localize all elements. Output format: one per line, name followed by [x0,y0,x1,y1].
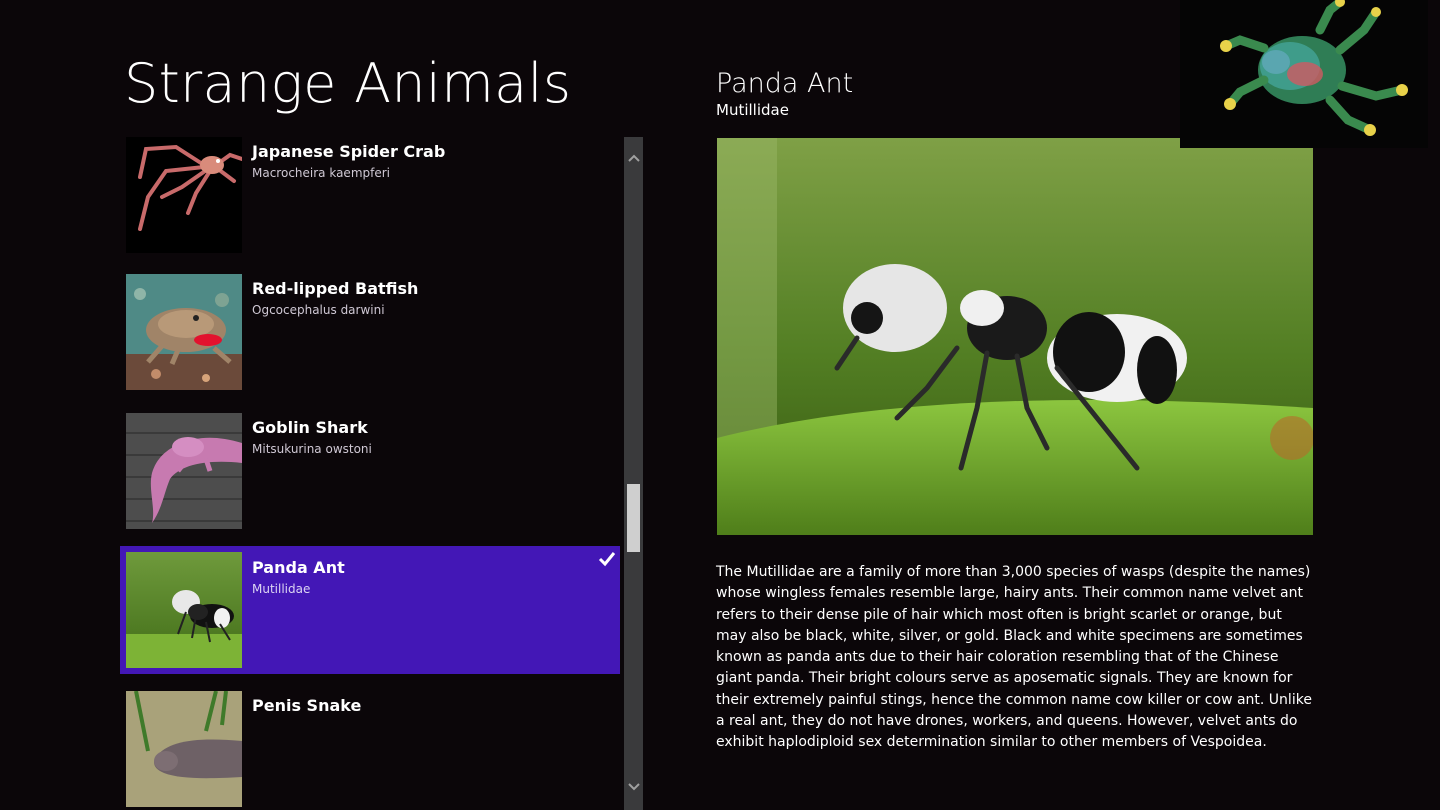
animal-list[interactable]: Japanese Spider Crab Macrocheira kaempfe… [120,137,623,810]
list-item[interactable]: Goblin Shark Mitsukurina owstoni [120,413,620,541]
scroll-thumb[interactable] [627,484,640,552]
panda-ant-photo [717,138,1313,535]
detail-description: The Mutillidae are a family of more than… [716,564,1312,751]
checkmark-icon [598,550,616,568]
list-item[interactable]: Japanese Spider Crab Macrocheira kaempfe… [120,137,620,265]
item-name: Penis Snake [252,696,362,715]
item-name: Red-lipped Batfish [252,279,419,298]
item-scientific-name: Mutillidae [252,582,311,596]
spider-crab-thumbnail [126,137,242,253]
scroll-down-arrow-icon[interactable] [624,778,643,796]
detail-title: Panda Ant [716,68,854,99]
item-name: Goblin Shark [252,418,368,437]
list-scrollbar[interactable] [624,137,643,810]
item-name: Panda Ant [252,558,345,577]
detail-subtitle: Mutillidae [716,101,789,119]
panda-ant-thumbnail [126,552,242,668]
app-title: Strange Animals [124,52,572,115]
item-scientific-name: Macrocheira kaempferi [252,166,390,180]
list-item[interactable]: Red-lipped Batfish Ogcocephalus darwini [120,274,620,402]
list-item[interactable]: Penis Snake [120,691,620,810]
batfish-thumbnail [126,274,242,390]
goblin-shark-thumbnail [126,413,242,529]
frog-logo-icon [1180,0,1428,148]
item-scientific-name: Ogcocephalus darwini [252,303,385,317]
penis-snake-thumbnail [126,691,242,807]
scroll-up-arrow-icon[interactable] [624,149,643,167]
list-item-selected[interactable]: Panda Ant Mutillidae [120,546,620,674]
item-name: Japanese Spider Crab [252,142,446,161]
item-scientific-name: Mitsukurina owstoni [252,442,372,456]
